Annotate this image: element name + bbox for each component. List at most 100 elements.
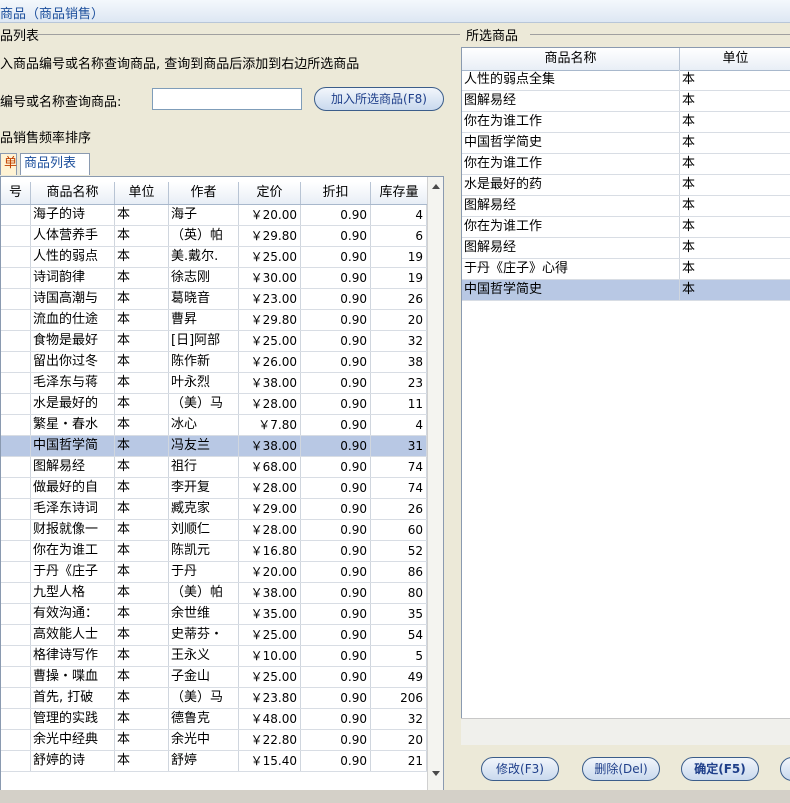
cell-price: ￥38.00 <box>239 373 301 393</box>
cell-stock: 38 <box>371 352 427 372</box>
table-row[interactable]: 首先, 打破本（美）马 ￥23.80 0.90 206 <box>1 688 427 709</box>
selected-row[interactable]: 水是最好的药本 <box>462 175 790 196</box>
col-name[interactable]: 商品名称 <box>31 182 115 204</box>
col-selected-unit[interactable]: 单位 <box>680 48 790 70</box>
cell-author: （美）帕 <box>169 583 239 603</box>
cell-id <box>1 289 31 309</box>
product-table-scrollbar[interactable] <box>427 177 443 802</box>
table-row[interactable]: 水是最好的本（美）马 ￥28.00 0.90 11 <box>1 394 427 415</box>
cell-stock: 52 <box>371 541 427 561</box>
table-row[interactable]: 流血的仕途本曹昇 ￥29.80 0.90 20 <box>1 310 427 331</box>
tab-product-list[interactable]: 商品列表 <box>20 153 90 175</box>
table-row[interactable]: 高效能人士本史蒂芬・ ￥25.00 0.90 54 <box>1 625 427 646</box>
selected-row[interactable]: 人性的弱点全集本 <box>462 70 790 91</box>
col-price[interactable]: 定价 <box>239 182 301 204</box>
table-row[interactable]: 人性的弱点本美.戴尔. ￥25.00 0.90 19 <box>1 247 427 268</box>
cell-id <box>1 667 31 687</box>
cell-unit: 本 <box>115 268 169 288</box>
col-unit[interactable]: 单位 <box>115 182 169 204</box>
table-row[interactable]: 中国哲学简本冯友兰 ￥38.00 0.90 31 <box>1 436 427 457</box>
cell-price: ￥29.00 <box>239 499 301 519</box>
cell-stock: 35 <box>371 604 427 624</box>
selected-row[interactable]: 于丹《庄子》心得本 <box>462 259 790 280</box>
selected-table-hscrollbar[interactable] <box>461 718 790 745</box>
col-selected-name[interactable]: 商品名称 <box>462 48 680 70</box>
table-row[interactable]: 做最好的自本李开复 ￥28.00 0.90 74 <box>1 478 427 499</box>
cell-unit: 本 <box>115 541 169 561</box>
cell-price: ￥10.00 <box>239 646 301 666</box>
cell-stock: 206 <box>371 688 427 708</box>
cell-discount: 0.90 <box>301 436 371 456</box>
table-row[interactable]: 格律诗写作本王永义 ￥10.00 0.90 5 <box>1 646 427 667</box>
cell-price: ￥28.00 <box>239 520 301 540</box>
selected-row[interactable]: 你在为谁工作本 <box>462 217 790 238</box>
table-row[interactable]: 毛泽东诗词本臧克家 ￥29.00 0.90 26 <box>1 499 427 520</box>
table-row[interactable]: 海子的诗本海子 ￥20.00 0.90 4 <box>1 205 427 226</box>
cell-id <box>1 268 31 288</box>
cell-unit: 本 <box>680 154 790 174</box>
scroll-down-icon[interactable] <box>432 771 440 776</box>
edit-button[interactable]: 修改(F3) <box>481 757 559 781</box>
col-id[interactable]: 号 <box>1 182 31 204</box>
cell-unit: 本 <box>115 478 169 498</box>
search-input[interactable] <box>152 88 302 110</box>
cell-name: 管理的实践 <box>31 709 115 729</box>
col-discount[interactable]: 折扣 <box>301 182 371 204</box>
table-row[interactable]: 食物是最好本 [日]阿部 ￥25.00 0.90 32 <box>1 331 427 352</box>
table-row[interactable]: 诗国高潮与本葛晓音 ￥23.00 0.90 26 <box>1 289 427 310</box>
cell-discount: 0.90 <box>301 394 371 414</box>
selected-row[interactable]: 你在为谁工作本 <box>462 154 790 175</box>
cell-discount: 0.90 <box>301 667 371 687</box>
table-row[interactable]: 余光中经典本余光中 ￥22.80 0.90 20 <box>1 730 427 751</box>
table-row[interactable]: 九型人格本（美）帕 ￥38.00 0.90 80 <box>1 583 427 604</box>
table-row[interactable]: 舒婷的诗本舒婷 ￥15.40 0.90 21 <box>1 751 427 772</box>
table-row[interactable]: 曹操・喋血本子金山 ￥25.00 0.90 49 <box>1 667 427 688</box>
cell-name: 人体营养手 <box>31 226 115 246</box>
delete-button[interactable]: 删除(Del) <box>582 757 660 781</box>
selected-row[interactable]: 图解易经本 <box>462 196 790 217</box>
cell-unit: 本 <box>115 394 169 414</box>
cell-author: 冰心 <box>169 415 239 435</box>
cell-id <box>1 751 31 771</box>
confirm-button[interactable]: 确定(F5) <box>681 757 759 781</box>
cell-discount: 0.90 <box>301 499 371 519</box>
table-row[interactable]: 毛泽东与蒋本叶永烈 ￥38.00 0.90 23 <box>1 373 427 394</box>
cell-stock: 32 <box>371 331 427 351</box>
selected-row[interactable]: 图解易经本 <box>462 238 790 259</box>
table-row[interactable]: 图解易经本祖行 ￥68.00 0.90 74 <box>1 457 427 478</box>
cell-name: 水是最好的药 <box>462 175 680 195</box>
selected-row[interactable]: 图解易经本 <box>462 91 790 112</box>
cell-stock: 74 <box>371 457 427 477</box>
cell-name: 图解易经 <box>462 91 680 111</box>
add-selected-button[interactable]: 加入所选商品(F8) <box>314 87 444 111</box>
table-row[interactable]: 财报就像一本刘顺仁 ￥28.00 0.90 60 <box>1 520 427 541</box>
cell-author: 德鲁克 <box>169 709 239 729</box>
table-row[interactable]: 诗词韵律本徐志刚 ￥30.00 0.90 19 <box>1 268 427 289</box>
cell-name: 舒婷的诗 <box>31 751 115 771</box>
product-table: 号 商品名称 单位 作者 定价 折扣 库存量 海子的诗本海子 ￥20.00 0.90… <box>0 176 444 803</box>
cell-name: 图解易经 <box>462 238 680 258</box>
selected-row[interactable]: 中国哲学简史本 <box>462 133 790 154</box>
extra-button[interactable] <box>780 757 790 781</box>
table-row[interactable]: 于丹《庄子本于丹 ￥20.00 0.90 86 <box>1 562 427 583</box>
selected-row[interactable]: 中国哲学简史本 <box>462 280 790 301</box>
scroll-up-icon[interactable] <box>432 184 440 189</box>
cell-stock: 20 <box>371 730 427 750</box>
table-row[interactable]: 有效沟通：本余世维 ￥35.00 0.90 35 <box>1 604 427 625</box>
cell-unit: 本 <box>115 352 169 372</box>
cell-price: ￥20.00 <box>239 562 301 582</box>
cell-unit: 本 <box>115 730 169 750</box>
cell-stock: 60 <box>371 520 427 540</box>
table-row[interactable]: 人体营养手本（英）帕 ￥29.80 0.90 6 <box>1 226 427 247</box>
selected-row[interactable]: 你在为谁工作本 <box>462 112 790 133</box>
tab-sales[interactable]: 单 <box>0 153 17 175</box>
cell-discount: 0.90 <box>301 520 371 540</box>
table-row[interactable]: 繁星・春水本冰心 ￥7.80 0.90 4 <box>1 415 427 436</box>
table-row[interactable]: 你在为谁工本陈凯元 ￥16.80 0.90 52 <box>1 541 427 562</box>
col-stock[interactable]: 库存量 <box>371 182 427 204</box>
col-author[interactable]: 作者 <box>169 182 239 204</box>
cell-price: ￥25.00 <box>239 247 301 267</box>
table-row[interactable]: 管理的实践本德鲁克 ￥48.00 0.90 32 <box>1 709 427 730</box>
cell-name: 有效沟通： <box>31 604 115 624</box>
table-row[interactable]: 留出你过冬本陈作新 ￥26.00 0.90 38 <box>1 352 427 373</box>
